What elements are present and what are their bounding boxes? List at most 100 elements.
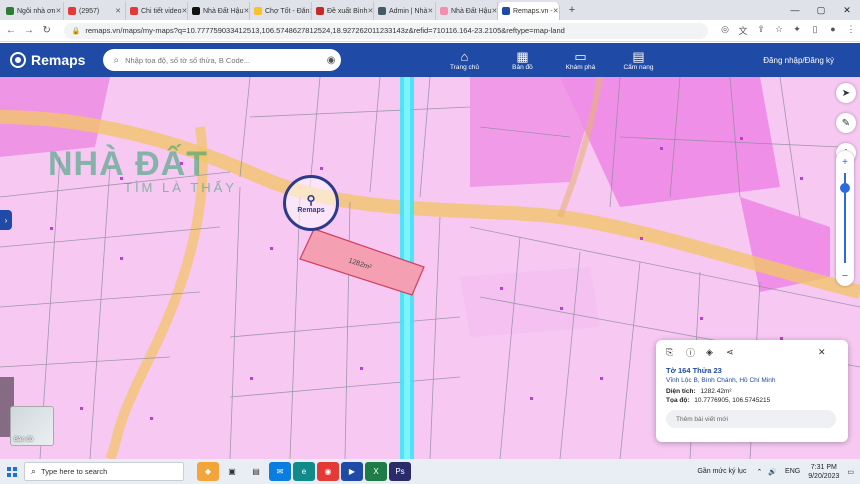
info-icon[interactable]: ⓘ [686,346,706,359]
tray-arrow-icon[interactable]: ⌃ [756,468,762,476]
mail-icon[interactable]: ✉ [269,462,291,481]
bookmark-icon[interactable]: ☆ [770,24,788,37]
task-view-icon[interactable]: ▣ [221,462,243,481]
tab-close-icon[interactable]: ✕ [115,7,121,15]
tab-close-icon[interactable]: ✕ [367,7,373,15]
widgets-icon[interactable]: ◆ [197,462,219,481]
tab-close-icon[interactable]: ✕ [243,7,249,15]
zoom-in-button[interactable]: + [836,157,854,168]
tab-favicon-icon [68,7,76,15]
thumbnail-label: Bản đồ [14,437,34,443]
search-input[interactable] [125,55,327,65]
expand-panel-button[interactable]: › [0,210,12,230]
tab-title: Chi tiết video [141,7,182,15]
start-button[interactable] [0,466,24,477]
new-tab-button[interactable]: + [564,4,580,16]
reload-icon[interactable]: ↻ [40,25,54,36]
navigation-icon[interactable]: ➤ [836,83,856,103]
tab-close-icon[interactable]: ✕ [427,7,433,15]
tab-close-icon[interactable]: ✕ [553,7,559,15]
browser-tab[interactable]: Nhà Đất Hậu ✕ [188,2,250,20]
windows-taskbar: ⌕ Type here to search ◆ ▣ ▤ ✉ e ◉ ▶ X Ps… [0,459,860,484]
tab-title: (2957) [79,7,100,15]
browser-tab[interactable]: Chợ Tốt - Đăn✕ [250,2,312,20]
window-controls: — ▢ ✕ [782,5,860,16]
tab-title: Ngôi nhà ơn [17,7,56,15]
forward-icon[interactable]: → [22,25,36,36]
browser-tab[interactable]: Đề xuất Bình ✕ [312,2,374,20]
browser-tab[interactable]: Admin | Nhà ✕ [374,2,436,20]
language-indicator[interactable]: ENG [785,468,800,475]
taskbar-search[interactable]: ⌕ Type here to search [24,462,184,481]
nav-item-explore[interactable]: ▭ Khám phá [551,49,609,71]
basemap-thumbnail[interactable]: Bản đồ [10,406,54,446]
google-lens-icon[interactable]: ◎ [716,24,734,37]
app-header: Remaps ⌕ ◉ ⌂Trang chủ▦Bản đồ▭Khám phá▤Cẩ… [0,43,860,77]
address-bar[interactable]: 🔒 remaps.vn/maps/my-maps?q=10.7777590334… [63,22,708,39]
tab-title: Nhà Đất Hậu [203,7,244,15]
lock-icon: 🔒 [71,27,81,35]
zoom-handle[interactable] [840,183,850,193]
url-text: remaps.vn/maps/my-maps?q=10.777759033412… [85,26,565,35]
parcel-address[interactable]: Vĩnh Lộc B, Bình Chánh, Hồ Chí Minh [666,377,838,384]
extensions-icon[interactable]: ✦ [788,24,806,37]
remaps-logo[interactable]: Remaps [10,52,85,68]
tab-favicon-icon [502,7,510,15]
bookmark-icon[interactable]: ⎘ [666,347,686,358]
browser-tab[interactable]: Chi tiết video ✕ [126,2,188,20]
zoom-out-button[interactable]: − [836,270,854,282]
translate-icon[interactable]: 文 [734,24,752,37]
camera-icon[interactable]: ◉ [327,55,336,66]
zoom-slider[interactable]: + − [836,151,854,286]
notifications-icon[interactable]: ▭ [847,468,854,476]
ruler-icon[interactable]: ✎ [836,113,856,133]
tab-close-icon[interactable]: ✕ [55,7,61,15]
nav-label: Bản đồ [512,63,533,71]
watermark-sub: TÌM LÀ THẤY [124,180,237,195]
browser-tab[interactable]: (2957) ✕ [64,2,126,20]
tab-favicon-icon [6,7,14,15]
share-icon[interactable]: ⋖ [726,347,746,358]
tab-close-icon[interactable]: ✕ [491,7,497,15]
search-icon: ⌕ [113,54,120,66]
map-canvas[interactable]: NHÀ ĐẤT TÌM LÀ THẤY ⚲ Remaps 1282m² › ➤ … [0,77,860,459]
coord-value: 10.7776905, 106.5745215 [694,397,771,404]
store-icon[interactable]: ▶ [341,462,363,481]
volume-icon[interactable]: 🔊 [768,468,777,476]
browser-tab[interactable]: Nhà Đất Hậu ✕ [436,2,498,20]
area-value: 1282.42m² [700,388,732,395]
chrome-icon[interactable]: ◉ [317,462,339,481]
browser-tab[interactable]: Remaps.vn - ✕ [498,2,560,20]
add-post-button[interactable]: Thêm bài viết mới [666,410,836,428]
tab-list: Ngôi nhà ơn ✕ (2957) ✕ Chi tiết video ✕ Nhà Đấ… [0,0,560,20]
tab-favicon-icon [316,7,324,15]
parcel-info-card: ⎘ ⓘ ◈ ⋖ ✕ Tờ 164 Thửa 23 Vĩnh Lộc B, Bìn… [656,340,848,442]
login-link[interactable]: Đăng nhập/Đăng ký [763,56,834,65]
tab-close-icon[interactable]: ✕ [181,7,187,15]
file-explorer-icon[interactable]: ▤ [245,462,267,481]
close-icon[interactable]: ✕ [834,5,860,16]
sidebar-icon[interactable]: ▯ [806,24,824,37]
directions-icon[interactable]: ◈ [706,347,726,358]
close-icon[interactable]: ✕ [818,347,838,358]
excel-icon[interactable]: X [365,462,387,481]
nav-item-home[interactable]: ⌂ Trang chủ [435,49,493,71]
clock[interactable]: 7:31 PM 9/20/2023 [808,463,839,481]
maximize-icon[interactable]: ▢ [808,5,834,16]
browser-tab[interactable]: Ngôi nhà ơn ✕ [2,2,64,20]
nav-item-handbook[interactable]: ▤ Cẩm nang [609,49,667,71]
share-icon[interactable]: ⇪ [752,24,770,37]
photoshop-icon[interactable]: Ps [389,462,411,481]
tab-favicon-icon [378,7,386,15]
windows-icon [7,466,17,477]
tray-notification[interactable]: Gần mức ký lục [697,468,746,475]
browser-tab-strip: Ngôi nhà ơn ✕ (2957) ✕ Chi tiết video ✕ Nhà Đấ… [0,0,860,20]
nav-label: Khám phá [565,63,596,71]
minimize-icon[interactable]: — [782,5,808,16]
menu-icon[interactable]: ⋮ [842,24,860,37]
edge-icon[interactable]: e [293,462,315,481]
nav-item-map[interactable]: ▦ Bản đồ [493,49,551,71]
profile-icon[interactable]: ● [824,24,842,37]
main-nav: ⌂ Trang chủ ▦ Bản đồ ▭ Khám phá ▤ Cẩm nang [435,49,667,71]
back-icon[interactable]: ← [4,25,18,36]
